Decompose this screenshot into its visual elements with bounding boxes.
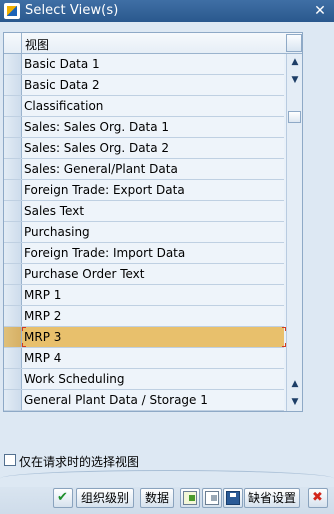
row-selector[interactable] <box>4 369 22 389</box>
row-label: Sales: General/Plant Data <box>24 162 178 176</box>
table-row[interactable]: Basic Data 2 <box>4 75 284 96</box>
table-row[interactable]: Sales: General/Plant Data <box>4 159 284 180</box>
row-label: General Plant Data / Storage 1 <box>24 393 208 407</box>
row-selector[interactable] <box>4 180 22 200</box>
table-row[interactable]: Foreign Trade: Import Data <box>4 243 284 264</box>
cancel-icon <box>311 489 325 507</box>
vertical-scrollbar[interactable]: ▲ ▼ ▲ ▼ <box>286 54 302 411</box>
sap-logo-icon <box>4 3 20 19</box>
table-settings-button[interactable] <box>286 34 302 52</box>
table-row[interactable]: Purchase Order Text <box>4 264 284 285</box>
table-row[interactable]: Sales Text <box>4 201 284 222</box>
row-selector[interactable] <box>4 243 22 263</box>
row-selector[interactable] <box>4 264 22 284</box>
row-label: Basic Data 2 <box>24 78 100 92</box>
deselect-all-icon <box>205 490 219 505</box>
scroll-down-icon[interactable]: ▼ <box>288 73 302 87</box>
table-row[interactable]: Sales: Sales Org. Data 1 <box>4 117 284 138</box>
cancel-button[interactable] <box>308 488 328 508</box>
row-selector[interactable] <box>4 327 22 347</box>
row-label: Sales Text <box>24 204 85 218</box>
row-label: MRP 1 <box>24 288 62 302</box>
deselect-all-button[interactable] <box>202 488 222 508</box>
row-label: Purchasing <box>24 225 90 239</box>
row-label: MRP 2 <box>24 309 62 323</box>
row-selector[interactable] <box>4 96 22 116</box>
row-selector[interactable] <box>4 117 22 137</box>
row-label: Sales: Sales Org. Data 2 <box>24 141 170 155</box>
focus-marker <box>22 343 26 347</box>
focus-marker <box>22 327 26 331</box>
org-levels-button[interactable]: 组织级别 <box>76 488 134 508</box>
select-all-button[interactable] <box>180 488 200 508</box>
table-row[interactable]: Sales: Sales Org. Data 2 <box>4 138 284 159</box>
row-label: Purchase Order Text <box>24 267 145 281</box>
select-all-icon <box>183 490 197 505</box>
row-label: Classification <box>24 99 104 113</box>
confirm-button[interactable] <box>53 488 73 508</box>
table-row[interactable]: Purchasing <box>4 222 284 243</box>
scrollbar-thumb[interactable] <box>288 111 301 123</box>
table-header: 视图 <box>4 33 302 54</box>
row-label: Sales: Sales Org. Data 1 <box>24 120 170 134</box>
scroll-up-icon[interactable]: ▲ <box>288 55 302 69</box>
show-on-request-checkbox[interactable] <box>4 454 16 466</box>
button-bar: 组织级别 数据 缺省设置 <box>0 470 334 514</box>
window-title: Select View(s) <box>25 3 119 18</box>
table-row[interactable]: Work Scheduling <box>4 369 284 390</box>
close-window-button[interactable]: ✕ <box>312 3 328 19</box>
data-button[interactable]: 数据 <box>140 488 174 508</box>
row-label: Foreign Trade: Export Data <box>24 183 185 197</box>
table-row[interactable]: Basic Data 1 <box>4 54 284 75</box>
row-label: Foreign Trade: Import Data <box>24 246 186 260</box>
row-label: Basic Data 1 <box>24 57 100 71</box>
table-row[interactable]: MRP 4 <box>4 348 284 369</box>
row-selector[interactable] <box>4 348 22 368</box>
row-selector[interactable] <box>4 222 22 242</box>
row-selector[interactable] <box>4 285 22 305</box>
row-selector[interactable] <box>4 201 22 221</box>
views-table: 视图 Basic Data 1 Basic Data 2 Classificatio… <box>3 32 303 412</box>
table-row[interactable]: MRP 3 <box>4 327 286 348</box>
footer-divider <box>0 470 334 487</box>
row-selector[interactable] <box>4 159 22 179</box>
save-button[interactable] <box>223 488 243 508</box>
row-label: Work Scheduling <box>24 372 125 386</box>
table-rows: Basic Data 1 Basic Data 2 Classification Sa… <box>4 54 286 411</box>
row-selector[interactable] <box>4 138 22 158</box>
title-bar: Select View(s) ✕ <box>0 0 334 22</box>
table-row[interactable]: General Plant Data / Storage 1 <box>4 390 284 411</box>
table-row[interactable]: MRP 2 <box>4 306 284 327</box>
column-header-views: 视图 <box>25 38 50 52</box>
row-selector[interactable] <box>4 306 22 326</box>
row-label: MRP 3 <box>24 330 62 344</box>
row-selector[interactable] <box>4 390 22 410</box>
scroll-down-bottom-icon[interactable]: ▼ <box>288 395 302 409</box>
row-selector[interactable] <box>4 54 22 74</box>
scroll-up-bottom-icon[interactable]: ▲ <box>288 377 302 391</box>
show-on-request-label: 仅在请求时的选择视图 <box>19 455 140 469</box>
checkmark-icon <box>56 489 70 507</box>
default-values-button[interactable]: 缺省设置 <box>244 488 300 508</box>
table-row[interactable]: Foreign Trade: Export Data <box>4 180 284 201</box>
save-icon <box>226 490 240 505</box>
row-selector[interactable] <box>4 75 22 95</box>
table-row[interactable]: Classification <box>4 96 284 117</box>
row-label: MRP 4 <box>24 351 62 365</box>
table-row[interactable]: MRP 1 <box>4 285 284 306</box>
select-all-cell[interactable] <box>4 33 22 53</box>
